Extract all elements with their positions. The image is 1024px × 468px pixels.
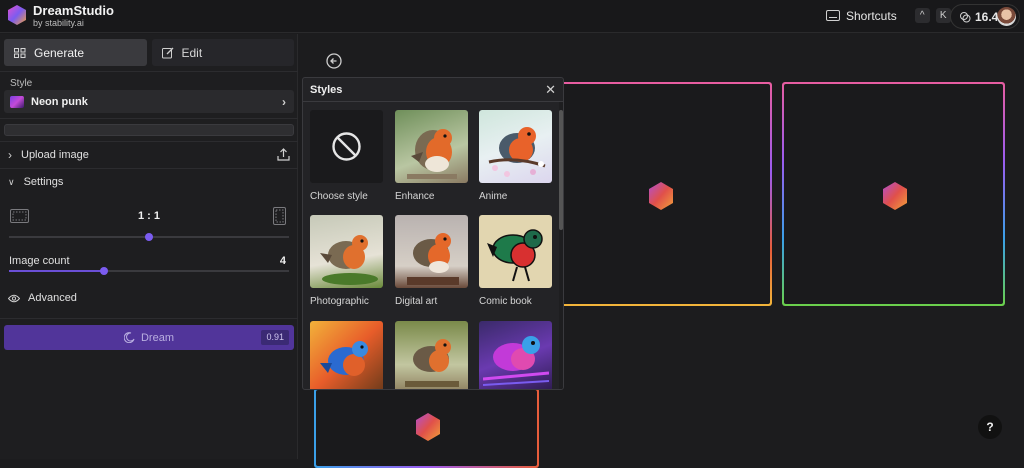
image-count-slider[interactable] xyxy=(9,267,289,275)
enhance-thumbnail xyxy=(395,110,468,183)
loading-hex-icon xyxy=(416,413,440,441)
sidebar: Generate Edit Style Neon punk › › Upload… xyxy=(0,34,298,459)
style-tile-neon-punk[interactable] xyxy=(479,321,552,389)
chevron-right-icon: › xyxy=(8,148,12,162)
shortcuts-label: Shortcuts xyxy=(846,8,897,23)
credits-badge[interactable]: 16.4 xyxy=(950,4,1020,29)
image-placeholder[interactable] xyxy=(548,82,772,306)
slider-knob[interactable] xyxy=(100,267,109,275)
style-thumbnail xyxy=(479,321,552,389)
style-select[interactable]: Neon punk › xyxy=(4,90,294,113)
slider-fill xyxy=(9,270,105,272)
anime-thumbnail xyxy=(479,110,552,183)
chevron-right-icon: › xyxy=(282,95,286,109)
app-name: DreamStudio xyxy=(33,3,114,18)
style-tile-photographic[interactable]: Photographic xyxy=(310,215,383,307)
image-placeholder[interactable] xyxy=(314,388,539,468)
style-tile-label: Choose style xyxy=(310,191,368,202)
shortcut-key: K xyxy=(935,8,951,23)
comic-book-thumbnail xyxy=(479,215,552,288)
shortcut-key: ^ xyxy=(914,8,930,23)
upload-image-label: Upload image xyxy=(21,149,89,161)
help-button[interactable]: ? xyxy=(978,415,1002,439)
style-tile-label: Photographic xyxy=(310,296,369,307)
style-label: Style xyxy=(10,78,33,89)
back-arrow-icon[interactable] xyxy=(326,53,342,69)
credits-value: 16.4 xyxy=(975,9,999,24)
style-tile-digital-art[interactable]: Digital art xyxy=(395,215,468,307)
advanced-toggle[interactable]: Advanced xyxy=(8,292,77,304)
settings-label: Settings xyxy=(23,176,64,188)
style-value: Neon punk xyxy=(31,95,88,108)
top-bar: DreamStudio by stability.ai Shortcuts ^ … xyxy=(0,0,1024,33)
style-tile-label: Digital art xyxy=(395,296,438,307)
styles-panel: Styles ✕ Choose style Enhance Anime Phot… xyxy=(302,77,564,390)
upload-icon[interactable] xyxy=(277,148,290,161)
style-tile-label: Anime xyxy=(479,191,508,202)
dream-cost-badge: 0.91 xyxy=(261,330,289,345)
image-placeholder[interactable] xyxy=(782,82,1005,306)
dream-button[interactable]: Dream 0.91 xyxy=(4,325,294,350)
loading-hex-icon xyxy=(883,182,907,210)
style-tile-choose-style[interactable]: Choose style xyxy=(310,110,383,202)
styles-scrollbar[interactable] xyxy=(559,102,563,389)
style-tile-label: Enhance xyxy=(395,191,435,202)
aspect-ratio-value: 1 : 1 xyxy=(137,210,160,222)
style-tile-comic-book[interactable]: Comic book xyxy=(479,215,552,307)
portrait-icon[interactable] xyxy=(273,207,286,225)
style-thumbnail xyxy=(310,321,383,389)
style-tile[interactable] xyxy=(395,321,468,389)
shortcuts-button[interactable]: Shortcuts ^ K xyxy=(826,8,951,23)
image-count-value: 4 xyxy=(279,255,286,267)
slider-knob[interactable] xyxy=(145,233,153,241)
divider xyxy=(0,318,298,319)
divider xyxy=(0,118,298,119)
tab-edit[interactable]: Edit xyxy=(151,39,294,66)
dream-label: Dream xyxy=(140,331,174,344)
styles-panel-title: Styles xyxy=(310,84,343,96)
close-icon[interactable]: ✕ xyxy=(545,82,556,98)
dreamstudio-logo-icon[interactable] xyxy=(6,4,28,26)
prompt-input[interactable] xyxy=(4,124,294,136)
grid-icon xyxy=(14,47,26,58)
styles-panel-header: Styles ✕ xyxy=(303,78,563,102)
edit-icon xyxy=(161,47,173,58)
settings-row[interactable]: ∨ Settings xyxy=(0,169,298,195)
upload-image-row[interactable]: › Upload image xyxy=(0,142,298,168)
aspect-ratio-control: 1 : 1 xyxy=(8,207,290,227)
style-tile-label: Comic book xyxy=(479,296,532,307)
eye-icon xyxy=(8,294,20,302)
avatar[interactable] xyxy=(997,7,1016,26)
advanced-label: Advanced xyxy=(28,292,77,304)
style-thumbnail xyxy=(10,95,24,108)
scrollbar-thumb[interactable] xyxy=(559,110,563,230)
style-tile[interactable] xyxy=(310,321,383,389)
style-thumbnail xyxy=(395,321,468,389)
divider xyxy=(0,71,298,72)
tab-generate-label: Generate xyxy=(34,45,85,60)
digital-art-thumbnail xyxy=(395,215,468,288)
aspect-ratio-slider[interactable] xyxy=(9,233,289,241)
coins-icon xyxy=(960,11,971,22)
image-count-label: Image count xyxy=(9,255,70,267)
no-style-icon xyxy=(310,110,383,183)
app-by-label: by stability.ai xyxy=(33,18,84,28)
style-tile-anime[interactable]: Anime xyxy=(479,110,552,202)
tab-edit-label: Edit xyxy=(181,45,203,60)
moon-icon xyxy=(123,332,135,343)
photographic-thumbnail xyxy=(310,215,383,288)
loading-hex-icon xyxy=(649,182,673,210)
style-tile-enhance[interactable]: Enhance xyxy=(395,110,468,202)
tab-generate[interactable]: Generate xyxy=(4,39,147,66)
chevron-down-icon: ∨ xyxy=(8,176,15,187)
keyboard-icon xyxy=(826,10,840,21)
mode-tabs: Generate Edit xyxy=(4,39,294,66)
brand: DreamStudio by stability.ai xyxy=(33,3,114,29)
